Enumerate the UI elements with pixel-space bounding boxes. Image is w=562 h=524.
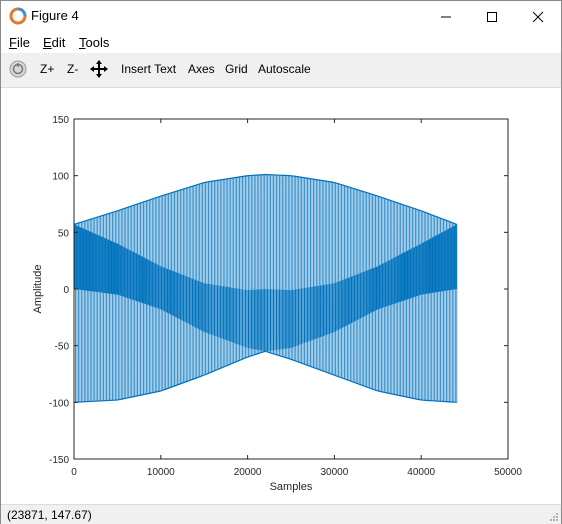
figure-window: Figure 4 File Edit Tools Z+ Z- Insert Te…: [0, 0, 562, 524]
plot-canvas[interactable]: 0 10000 20000 30000 40000 50000 -150 -100 -50 0 50…: [1, 88, 561, 504]
menu-file[interactable]: File: [9, 35, 30, 50]
close-icon: [532, 11, 544, 22]
zoom-out-button[interactable]: Z-: [67, 62, 78, 76]
x-tick-label: 10000: [147, 467, 175, 478]
x-tick-label: 50000: [494, 467, 522, 478]
cursor-coordinates: (23871, 147.67): [7, 508, 92, 522]
y-tick-label: 100: [52, 172, 69, 183]
autoscale-button[interactable]: Autoscale: [258, 62, 311, 76]
y-tick-label: 150: [52, 115, 69, 126]
pan-icon[interactable]: [90, 60, 108, 78]
signal-line: [74, 173, 458, 403]
menu-edit[interactable]: Edit: [43, 35, 65, 50]
x-tick-label: 0: [71, 467, 77, 478]
grid-button[interactable]: Grid: [225, 62, 248, 76]
y-tick-label: -100: [49, 398, 69, 409]
minimize-icon: [441, 16, 451, 17]
menu-bar: File Edit Tools: [1, 32, 561, 53]
y-tick-label: 0: [63, 285, 69, 296]
y-axis-label: Amplitude: [32, 265, 44, 314]
minimize-button[interactable]: [423, 1, 469, 32]
axes-button[interactable]: Axes: [188, 62, 215, 76]
y-tick-label: -150: [49, 455, 69, 466]
x-tick-label: 30000: [320, 467, 348, 478]
maximize-icon: [487, 11, 497, 22]
y-tick-label: 50: [58, 228, 70, 239]
zoom-in-button[interactable]: Z+: [40, 62, 54, 76]
y-tick-label: -50: [55, 342, 70, 353]
x-axis-label: Samples: [270, 481, 313, 493]
window-title: Figure 4: [31, 8, 79, 23]
resize-grip-icon[interactable]: [549, 512, 559, 522]
menu-tools[interactable]: Tools: [79, 35, 109, 50]
line-chart[interactable]: 0 10000 20000 30000 40000 50000 -150 -100 -50 0 50…: [1, 88, 561, 504]
rotate-icon[interactable]: [9, 60, 27, 78]
insert-text-button[interactable]: Insert Text: [121, 62, 176, 76]
close-button[interactable]: [515, 1, 561, 32]
title-bar[interactable]: Figure 4: [1, 1, 561, 32]
maximize-button[interactable]: [469, 1, 515, 32]
x-tick-label: 20000: [234, 467, 262, 478]
status-bar: (23871, 147.67): [1, 504, 561, 524]
figure-toolbar: Z+ Z- Insert Text Axes Grid Autoscale: [1, 53, 561, 88]
signal-trace: [74, 174, 458, 403]
octave-logo-icon: [9, 7, 27, 25]
x-tick-label: 40000: [407, 467, 435, 478]
